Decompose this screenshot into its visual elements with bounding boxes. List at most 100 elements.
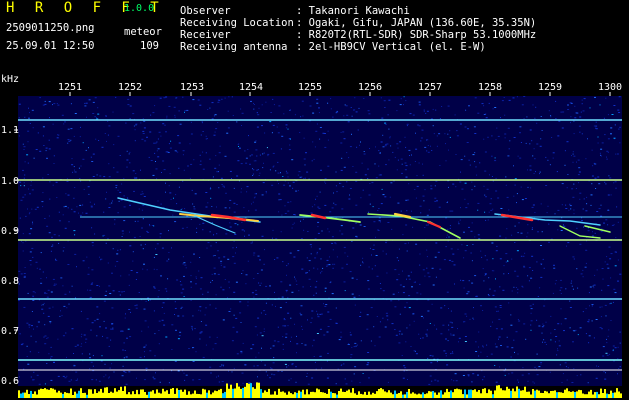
x-tick-label: 1300: [598, 82, 622, 93]
activity-bar: [584, 394, 586, 398]
activity-bar: [298, 390, 300, 398]
activity-bar: [458, 389, 460, 398]
activity-bar: [418, 393, 420, 398]
activity-bar: [296, 392, 298, 398]
activity-bar: [508, 388, 510, 398]
activity-bar: [562, 392, 564, 398]
activity-bar: [200, 394, 202, 398]
activity-bar: [28, 394, 30, 398]
activity-bar: [500, 388, 502, 398]
activity-bar: [24, 392, 26, 398]
activity-bar: [94, 389, 96, 398]
activity-bar: [136, 389, 138, 398]
activity-bar: [610, 390, 612, 398]
activity-bar: [416, 394, 418, 398]
activity-bar: [586, 394, 588, 398]
activity-bar: [178, 390, 180, 398]
activity-bar: [384, 391, 386, 398]
activity-bar: [130, 394, 132, 398]
y-tick-label: 0.8: [1, 276, 19, 287]
activity-bar: [486, 393, 488, 398]
activity-bar: [496, 385, 498, 398]
activity-bar: [412, 392, 414, 398]
activity-bar: [108, 393, 110, 398]
activity-bar: [546, 391, 548, 398]
activity-bar: [510, 390, 512, 398]
activity-bar: [42, 389, 44, 398]
activity-bar: [592, 394, 594, 398]
activity-bar: [514, 391, 516, 398]
activity-bar: [618, 391, 620, 398]
activity-bar: [248, 383, 250, 398]
activity-bar: [36, 394, 38, 398]
activity-bar: [182, 391, 184, 398]
activity-bar: [498, 385, 500, 398]
activity-bar: [234, 388, 236, 398]
activity-bar: [408, 389, 410, 398]
activity-bar: [482, 388, 484, 398]
activity-bar: [450, 390, 452, 398]
activity-bar: [336, 394, 338, 398]
activity-bar: [38, 389, 40, 398]
activity-bar: [96, 393, 98, 398]
activity-bar: [146, 394, 148, 398]
activity-bar: [376, 391, 378, 398]
activity-bar: [414, 393, 416, 398]
activity-bar: [270, 394, 272, 398]
activity-bar: [192, 393, 194, 398]
activity-bar: [240, 388, 242, 398]
activity-bar: [142, 389, 144, 398]
activity-bar: [220, 388, 222, 398]
activity-bar: [292, 394, 294, 398]
activity-bar: [400, 391, 402, 398]
activity-bar: [300, 391, 302, 398]
activity-bar: [492, 394, 494, 398]
activity-bar: [228, 388, 230, 398]
activity-bar: [442, 394, 444, 398]
activity-bar: [82, 393, 84, 398]
activity-bar: [22, 392, 24, 398]
activity-bar: [332, 393, 334, 398]
activity-bar: [216, 391, 218, 398]
activity-bar: [246, 383, 248, 398]
activity-bar: [64, 392, 66, 398]
activity-bar: [328, 389, 330, 398]
activity-bar: [170, 388, 172, 398]
activity-bar: [162, 388, 164, 398]
activity-bar: [268, 388, 270, 398]
activity-bar: [104, 387, 106, 398]
activity-bar: [612, 392, 614, 398]
activity-bar: [520, 390, 522, 398]
activity-bar: [360, 393, 362, 398]
activity-bar: [32, 393, 34, 398]
activity-bar: [258, 382, 260, 398]
activity-bar: [222, 393, 224, 398]
activity-bar: [134, 394, 136, 398]
activity-bar: [120, 386, 122, 398]
activity-bar: [318, 389, 320, 398]
activity-bar: [494, 390, 496, 398]
activity-bar: [590, 389, 592, 398]
activity-bar: [232, 388, 234, 398]
activity-bar: [194, 390, 196, 398]
activity-bar: [154, 393, 156, 398]
activity-bar: [252, 387, 254, 398]
activity-bar: [406, 391, 408, 398]
activity-bar: [60, 392, 62, 398]
activity-bar: [484, 388, 486, 398]
activity-bar: [100, 388, 102, 398]
activity-bar: [188, 391, 190, 398]
activity-bar: [614, 392, 616, 398]
activity-bar: [204, 389, 206, 398]
activity-bar: [70, 388, 72, 398]
activity-bar: [472, 390, 474, 398]
activity-bar: [148, 391, 150, 398]
activity-bar: [84, 392, 86, 398]
activity-bar: [576, 391, 578, 398]
activity-bar: [568, 391, 570, 398]
activity-bar: [30, 390, 32, 398]
activity-bar: [560, 392, 562, 398]
activity-bar: [396, 393, 398, 398]
activity-bar: [176, 388, 178, 398]
activity-bar: [98, 391, 100, 398]
